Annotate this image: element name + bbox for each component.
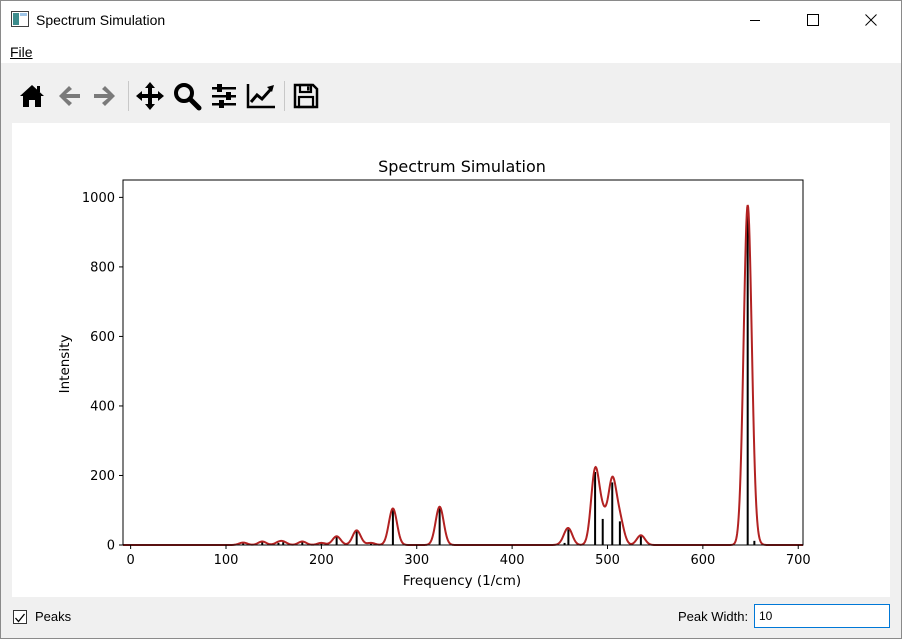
window-title: Spectrum Simulation xyxy=(36,12,166,28)
x-axis-label: Frequency (1/cm) xyxy=(403,573,521,589)
x-tick-label: 300 xyxy=(404,553,429,568)
back-button[interactable] xyxy=(52,79,86,113)
home-icon xyxy=(20,85,44,107)
close-icon xyxy=(865,14,877,26)
pan-button[interactable] xyxy=(133,79,167,113)
peak-width-input[interactable] xyxy=(754,604,890,628)
y-axis-label: Intensity xyxy=(57,335,73,394)
app-window-icon xyxy=(11,11,29,27)
chart-title: Spectrum Simulation xyxy=(378,157,546,176)
close-button[interactable] xyxy=(842,1,900,39)
save-button[interactable] xyxy=(289,79,323,113)
peak-width-label: Peak Width: xyxy=(678,609,749,624)
navigation-toolbar xyxy=(1,63,901,123)
menu-file[interactable]: File xyxy=(10,44,33,60)
x-tick-label: 700 xyxy=(786,553,811,568)
spectrum-curve-line xyxy=(123,204,803,546)
x-tick-label: 500 xyxy=(595,553,620,568)
maximize-icon xyxy=(807,14,819,26)
y-tick-label: 800 xyxy=(90,260,115,275)
peaks-label: Peaks xyxy=(35,609,72,624)
zoom-button[interactable] xyxy=(170,79,204,113)
x-tick-label: 400 xyxy=(500,553,525,568)
minimize-button[interactable] xyxy=(726,1,784,39)
y-tick-label: 1000 xyxy=(82,191,115,206)
checkmark-icon xyxy=(15,613,26,623)
spectrum-chart: Spectrum Simulation Frequency (1/cm) Int… xyxy=(57,157,811,589)
subplots-config-icon xyxy=(212,84,236,108)
plot-area: 0 100 200 300 400 500 600 700 0 200 400 600 800 1000 xyxy=(82,179,811,568)
title-bar: Spectrum Simulation xyxy=(1,1,901,39)
toolbar-separator xyxy=(128,81,129,111)
y-tick-label: 0 xyxy=(107,539,115,554)
home-button[interactable] xyxy=(15,79,49,113)
y-tick-label: 600 xyxy=(90,330,115,345)
menu-file-label: File xyxy=(10,44,33,60)
forward-button[interactable] xyxy=(88,79,122,113)
menu-bar: File xyxy=(1,39,901,63)
forward-arrow-icon xyxy=(94,86,115,106)
zoom-magnifier-icon xyxy=(174,83,202,111)
app-window: Spectrum Simulation File Spectrum Simula… xyxy=(0,0,902,639)
peaks-checkbox[interactable] xyxy=(13,610,27,624)
figure-canvas[interactable]: Spectrum Simulation Frequency (1/cm) Int… xyxy=(12,123,890,597)
x-tick-label: 600 xyxy=(690,553,715,568)
back-arrow-icon xyxy=(59,86,80,106)
x-tick-label: 100 xyxy=(214,553,239,568)
x-tick-label: 200 xyxy=(309,553,334,568)
configure-subplots-button[interactable] xyxy=(207,79,241,113)
pan-move-icon xyxy=(136,82,164,110)
axes-frame xyxy=(122,179,804,546)
y-tick-label: 400 xyxy=(90,399,115,414)
x-tick-label: 0 xyxy=(126,553,134,568)
maximize-button[interactable] xyxy=(784,1,842,39)
y-tick-label: 200 xyxy=(90,469,115,484)
toolbar-separator xyxy=(284,81,285,111)
minimize-icon xyxy=(750,20,760,21)
save-floppy-icon xyxy=(293,83,319,109)
edit-axis-curve-icon xyxy=(246,84,275,109)
edit-axis-button[interactable] xyxy=(244,79,278,113)
